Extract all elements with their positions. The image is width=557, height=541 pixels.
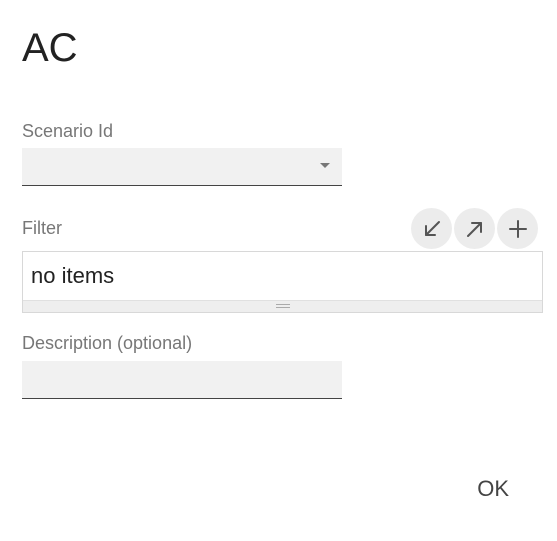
dropdown-arrow-icon [320,163,330,168]
scenario-id-select[interactable] [22,148,342,186]
filter-label: Filter [22,218,62,238]
filter-actions [411,208,538,249]
ok-button[interactable]: OK [465,470,521,508]
arrow-up-right-icon [466,221,482,237]
description-input[interactable] [22,361,342,399]
description-label: Description (optional) [22,333,193,353]
add-filter-button[interactable] [497,208,538,249]
dialog-title: AC [22,26,78,70]
filter-list[interactable]: no items [22,251,543,313]
resize-grip-icon [275,304,290,308]
dialog: AC Scenario Id Filter no items Descripti… [0,0,557,541]
scenario-id-label: Scenario Id [22,121,114,141]
arrow-down-left-icon [424,220,440,236]
plus-icon [508,219,527,238]
expand-button[interactable] [454,208,495,249]
filter-empty-text: no items [31,263,115,288]
resize-handle[interactable] [23,300,542,312]
collapse-button[interactable] [411,208,452,249]
